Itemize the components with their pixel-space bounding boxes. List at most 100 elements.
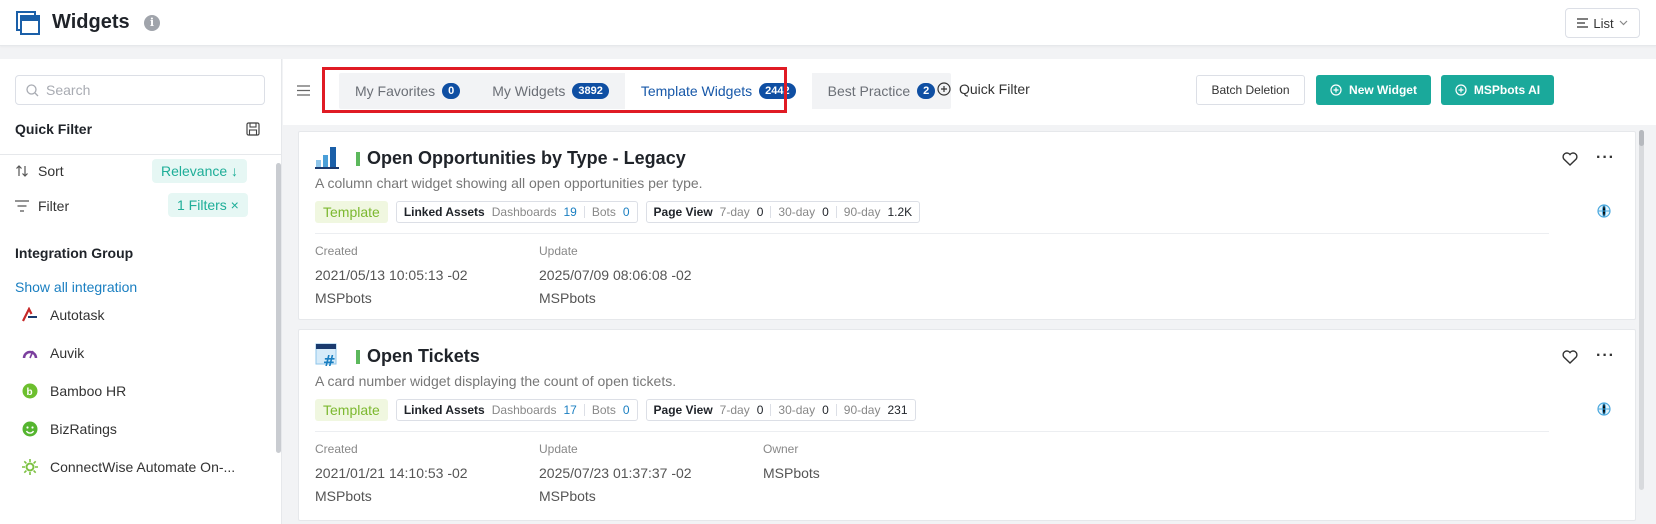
- view-period-label: 90-day: [843, 205, 881, 219]
- search-box[interactable]: [15, 75, 265, 105]
- autotask-icon: [22, 307, 37, 322]
- update-info: Update 2025/07/23 01:37:37 -02 MSPbots: [539, 442, 692, 504]
- linked-assets-label: Linked Assets: [403, 205, 485, 219]
- update-info: Update 2025/07/09 08:06:08 -02 MSPbots: [539, 244, 692, 306]
- created-info: Created 2021/05/13 10:05:13 -02 MSPbots: [315, 244, 468, 306]
- view-count: 231: [887, 403, 908, 417]
- integration-label: ConnectWise Automate On-...: [50, 459, 236, 475]
- dashboards-label: Dashboards: [491, 403, 557, 417]
- linked-assets-box: Linked Assets Dashboards 17 Bots 0: [395, 399, 638, 421]
- save-icon[interactable]: [246, 122, 260, 136]
- bots-count[interactable]: 0: [623, 205, 630, 219]
- favorite-heart-icon[interactable]: [1562, 350, 1578, 364]
- widgets-logo-icon: [16, 11, 40, 35]
- sort-row[interactable]: Sort: [15, 163, 64, 179]
- page-view-box: Page View 7-day 0 30-day 0 90-day 231: [645, 399, 916, 421]
- integration-item-connectwise[interactable]: ConnectWise Automate On-...: [22, 459, 235, 475]
- integration-item-autotask[interactable]: Autotask: [22, 307, 104, 323]
- meta-separator: [835, 206, 837, 218]
- update-label: Update: [539, 244, 578, 258]
- widget-card[interactable]: Open Opportunities by Type - Legacy A co…: [298, 131, 1636, 320]
- new-widget-label: New Widget: [1349, 83, 1417, 97]
- linked-assets-box: Linked Assets Dashboards 19 Bots 0: [395, 201, 638, 223]
- created-info: Created 2021/01/21 14:10:53 -02 MSPbots: [315, 442, 468, 504]
- tabs-highlight-box: [322, 67, 787, 113]
- quick-filter-title: Quick Filter: [15, 121, 93, 137]
- widget-title[interactable]: Open Tickets: [367, 346, 480, 367]
- integration-item-auvik[interactable]: Auvik: [22, 345, 84, 361]
- filter-sidebar: Quick Filter Sort Relevance ↓ Filter 1 F…: [0, 59, 282, 524]
- globe-icon[interactable]: [1597, 204, 1611, 218]
- tab-best-practice[interactable]: Best Practice 2: [812, 73, 952, 109]
- chevron-down-icon: [1619, 20, 1628, 26]
- view-mode-select[interactable]: List: [1565, 8, 1640, 38]
- svg-text:#: #: [323, 352, 336, 367]
- created-label: Created: [315, 442, 358, 456]
- status-indicator-bar: [356, 152, 360, 166]
- created-date: 2021/01/21 14:10:53 -02: [315, 465, 468, 481]
- page-title: Widgets: [52, 11, 130, 33]
- widget-tags: Template Linked Assets Dashboards 19 Bot…: [315, 201, 921, 223]
- view-count: 0: [756, 205, 764, 219]
- view-period-label: 7-day: [719, 205, 750, 219]
- card-divider: [315, 233, 1549, 234]
- meta-separator: [583, 206, 585, 218]
- tab-count-badge: 2: [917, 83, 936, 99]
- integration-item-bizratings[interactable]: BizRatings: [22, 421, 117, 437]
- favorite-heart-icon[interactable]: [1562, 152, 1578, 166]
- svg-text:b: b: [27, 387, 33, 398]
- sidebar-divider: [0, 154, 282, 155]
- sidebar-scrollbar[interactable]: [276, 163, 281, 453]
- view-period-label: 90-day: [843, 403, 881, 417]
- view-mode-label: List: [1593, 15, 1614, 31]
- dashboards-count[interactable]: 17: [563, 403, 576, 417]
- widget-title[interactable]: Open Opportunities by Type - Legacy: [367, 148, 686, 169]
- created-by: MSPbots: [315, 488, 372, 504]
- dashboards-label: Dashboards: [491, 205, 557, 219]
- plus-circle-icon: [1330, 84, 1342, 96]
- quick-filter-button[interactable]: Quick Filter: [937, 81, 1030, 97]
- widget-card[interactable]: # Open Tickets A card number widget disp…: [298, 329, 1636, 521]
- list-icon: [1577, 18, 1589, 28]
- integration-item-bamboohr[interactable]: b Bamboo HR: [22, 383, 126, 399]
- created-date: 2021/05/13 10:05:13 -02: [315, 267, 468, 283]
- filter-icon: [15, 200, 29, 212]
- owner-info: Owner MSPbots: [763, 442, 820, 481]
- dashboards-count[interactable]: 19: [563, 205, 576, 219]
- content-scrollbar-track[interactable]: [1639, 130, 1644, 490]
- update-by: MSPbots: [539, 290, 596, 306]
- mspbots-ai-label: MSPbots AI: [1473, 83, 1541, 97]
- bots-count[interactable]: 0: [623, 403, 630, 417]
- view-count: 0: [822, 205, 829, 219]
- bots-label: Bots: [591, 205, 616, 219]
- show-all-integration-link[interactable]: Show all integration: [15, 279, 137, 295]
- widget-tags: Template Linked Assets Dashboards 17 Bot…: [315, 399, 916, 421]
- filter-row[interactable]: Filter: [15, 198, 69, 214]
- meta-separator: [835, 404, 837, 416]
- new-widget-button[interactable]: New Widget: [1316, 75, 1431, 105]
- batch-deletion-button[interactable]: Batch Deletion: [1196, 75, 1305, 105]
- plus-circle-icon: [937, 82, 951, 96]
- globe-icon[interactable]: [1597, 402, 1611, 416]
- view-count: 1.2K: [887, 205, 913, 219]
- meta-separator: [583, 404, 585, 416]
- sort-value-pill[interactable]: Relevance ↓: [152, 159, 248, 183]
- card-divider: [315, 431, 1549, 432]
- update-date: 2025/07/23 01:37:37 -02: [539, 465, 692, 481]
- widget-toolbar: My Favorites 0 My Widgets 3892 Template …: [283, 59, 1656, 125]
- update-by: MSPbots: [539, 488, 596, 504]
- owner-label: Owner: [763, 442, 799, 456]
- template-tag: Template: [315, 201, 388, 223]
- search-input[interactable]: [46, 82, 246, 98]
- mspbots-ai-button[interactable]: MSPbots AI: [1441, 75, 1554, 105]
- filter-count-pill[interactable]: 1 Filters ×: [168, 193, 248, 217]
- created-by: MSPbots: [315, 290, 372, 306]
- auvik-icon: [22, 350, 38, 359]
- info-icon[interactable]: i: [144, 15, 160, 31]
- more-options-icon[interactable]: ···: [1596, 149, 1615, 167]
- more-options-icon[interactable]: ···: [1596, 347, 1615, 365]
- bamboohr-icon: b: [22, 383, 38, 399]
- view-period-label: 7-day: [719, 403, 750, 417]
- content-scrollbar-thumb[interactable]: [1639, 130, 1644, 146]
- menu-icon[interactable]: [297, 85, 310, 96]
